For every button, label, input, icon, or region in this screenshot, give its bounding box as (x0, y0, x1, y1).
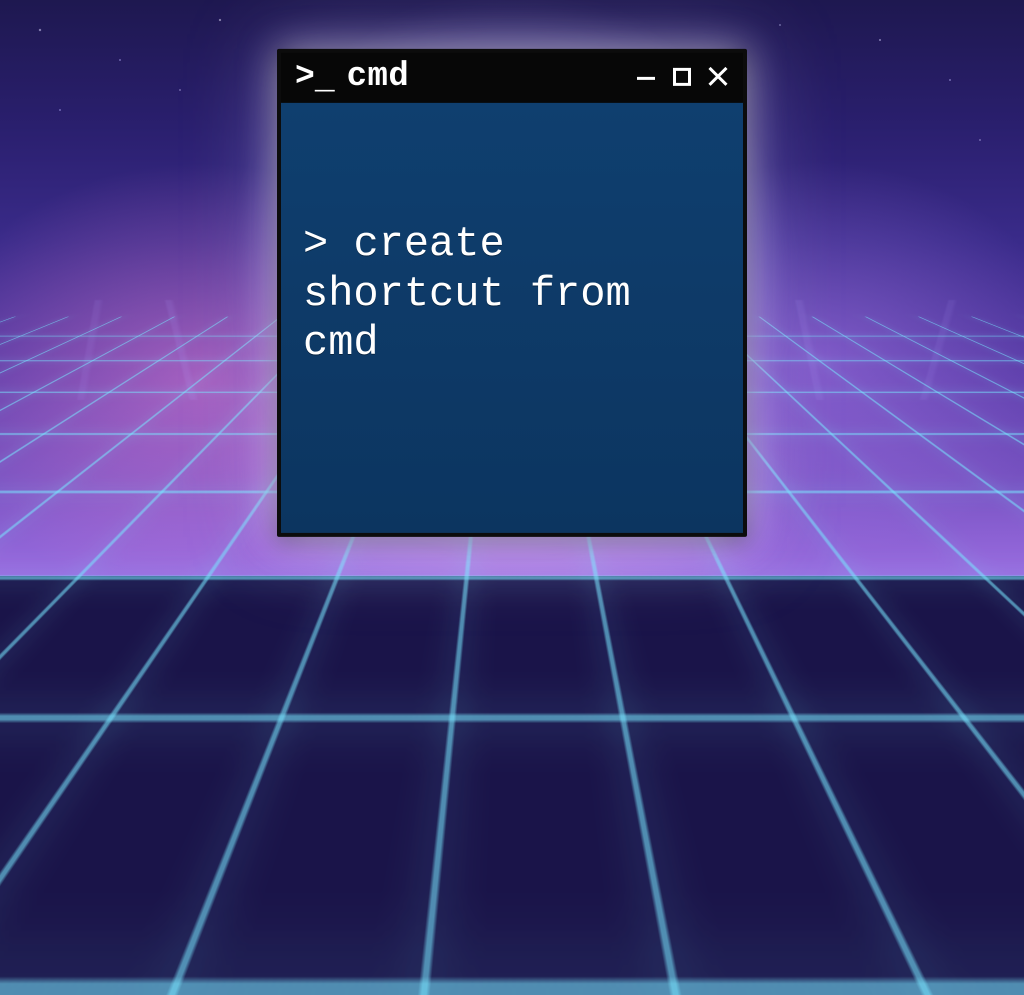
terminal-icon: >_ (295, 59, 333, 94)
terminal-body[interactable]: > create shortcut from cmd (281, 103, 743, 533)
titlebar[interactable]: >_ cmd (281, 53, 743, 103)
terminal-window: >_ cmd > create shortcut from cmd (277, 49, 747, 537)
window-controls (635, 66, 729, 88)
prompt-symbol: > (303, 220, 328, 268)
command-line: > create shortcut from cmd (303, 220, 721, 369)
minimize-button[interactable] (635, 66, 657, 88)
window-title: cmd (347, 58, 410, 96)
command-text: create shortcut from cmd (303, 220, 656, 367)
maximize-button[interactable] (671, 66, 693, 88)
close-button[interactable] (707, 66, 729, 88)
